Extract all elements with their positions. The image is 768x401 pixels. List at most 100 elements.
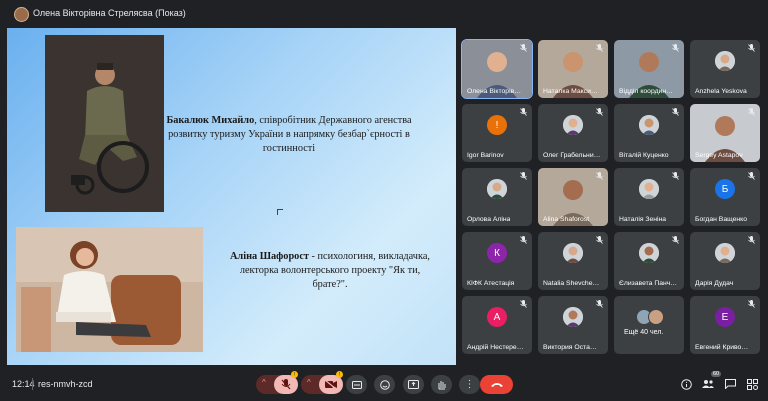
mic-off-icon [672,44,679,52]
hand-icon [438,380,446,389]
participant-tile[interactable]: Відділ координ… [614,40,684,98]
participant-name: Олег Грабельни… [543,152,601,159]
mic-off-icon [672,236,679,244]
chat-icon [724,379,736,389]
speaker-2-name: Аліна Шафорост [230,251,309,262]
leave-call-button[interactable] [480,375,513,394]
mic-off-icon [672,108,679,116]
participant-name: Олена Вікторів… [467,88,521,95]
participant-tile[interactable]: Виктория Оста… [538,296,608,354]
presentation-header: Олена Вікторівна Стрелясва (Показ) [0,0,768,28]
mic-off-icon [672,172,679,180]
activities-button[interactable] [744,376,760,392]
captions-button[interactable] [346,375,367,394]
people-count-badge: 60 [711,371,722,377]
participant-avatar [563,243,583,263]
mic-off-icon [596,300,603,308]
emoji-icon [379,379,390,390]
camera-control[interactable]: ^ ! [301,371,343,394]
mic-off-icon [281,379,291,390]
participant-initial-avatar: Б [715,179,735,199]
participant-tile[interactable]: Олена Вікторів… [461,39,533,99]
shared-screen: Бакалюк Михайло, співробітник Державного… [7,28,456,365]
microphone-control[interactable]: ^ ! [256,371,298,394]
participant-tile[interactable]: Наталія Зеніна [614,168,684,226]
chevron-up-icon[interactable]: ^ [262,378,266,387]
warning-badge-icon: ! [336,371,343,378]
mic-off-icon [596,44,603,52]
participant-name: Igor Barinov [467,152,504,159]
info-icon [680,378,692,390]
participant-tile[interactable]: Наталка Макси… [538,40,608,98]
present-screen-icon [408,380,419,389]
stacked-avatars [636,309,666,325]
participant-tile[interactable]: Олег Грабельни… [538,104,608,162]
speaker-photo-2 [16,227,203,352]
mic-off-icon [520,236,527,244]
raise-hand-button[interactable] [431,375,452,394]
presenter-title: Олена Вікторівна Стрелясва (Показ) [33,8,186,18]
control-bar: 12:14 res-nmvh-zcd ^ ! ^ ! ⋮ [0,365,768,401]
participant-tile[interactable]: Alina Shaforost [538,168,608,226]
mic-off-icon [596,108,603,116]
participant-tile[interactable]: К КІФК Атестація [462,232,532,290]
participant-avatar [639,179,659,199]
participant-name: Орлова Аліна [467,216,511,223]
participant-initial-avatar: ! [487,115,507,135]
chevron-up-icon[interactable]: ^ [307,378,311,387]
mic-off-icon [748,44,755,52]
participant-name: Anzhela Yeskova [695,88,747,95]
participant-grid: Олена Вікторів… Наталка Макси… Відділ коор… [461,39,762,358]
present-button[interactable] [403,375,424,394]
participant-tile[interactable]: Віталій Куценко [614,104,684,162]
speaker-caption-2: Аліна Шафорост - психологиня, викладачка… [225,250,435,292]
speaker-1-name: Бакалюк Михайло [166,115,255,126]
participant-tile[interactable]: Е Евгений Криво… [690,296,760,354]
presenter-avatar [14,7,29,22]
participant-tile[interactable]: Natalia Shevche… [538,232,608,290]
end-call-icon [490,383,503,387]
emoji-button[interactable] [374,375,395,394]
mic-off-icon [520,108,527,116]
participant-name: Віталій Куценко [619,152,669,159]
mic-off-icon [748,300,755,308]
more-participants-tile[interactable]: Ещё 40 чел. [614,296,684,354]
mic-off-icon [520,172,527,180]
more-vertical-icon: ⋮ [464,379,475,390]
mic-off-icon [596,172,603,180]
meeting-code: res-nmvh-zcd [38,379,93,389]
mic-off-icon [520,300,527,308]
chat-button[interactable] [722,376,738,392]
participant-tile[interactable]: ! Igor Barinov [462,104,532,162]
participant-avatar [715,51,735,71]
participant-avatar [563,307,583,327]
camera-off-icon [325,380,337,389]
mic-off-icon [748,236,755,244]
participant-tile[interactable]: Дарія Дудач [690,232,760,290]
more-options-button[interactable]: ⋮ [459,375,480,394]
participant-tile[interactable]: Єлизавета Панч… [614,232,684,290]
mic-off-icon [748,172,755,180]
participant-avatar [639,243,659,263]
participant-initial-avatar: К [487,243,507,263]
meeting-info-button[interactable] [678,376,694,392]
speaker-caption-1: Бакалюк Михайло, співробітник Державного… [165,114,413,156]
mic-off-icon [520,44,527,52]
participant-tile[interactable]: Орлова Аліна [462,168,532,226]
mic-off-icon [748,108,755,116]
people-button[interactable] [700,376,716,392]
participant-name: Виктория Оста… [543,344,597,351]
participant-name: Natalia Shevche… [543,280,600,287]
participant-avatar [487,179,507,199]
participant-initial-avatar: Е [715,307,735,327]
participant-tile[interactable]: Б Богдан Ващенко [690,168,760,226]
woman-in-armchair-image [16,227,203,352]
participant-tile[interactable]: А Андрій Нестере… [462,296,532,354]
participant-tile[interactable]: Sergey Astapov [690,104,760,162]
activities-icon [746,378,758,390]
participant-name: Єлизавета Панч… [619,280,678,287]
participant-tile[interactable]: Anzhela Yeskova [690,40,760,98]
participant-name: КІФК Атестація [467,280,515,287]
participant-initial-avatar: А [487,307,507,327]
participant-name: Богдан Ващенко [695,216,747,223]
